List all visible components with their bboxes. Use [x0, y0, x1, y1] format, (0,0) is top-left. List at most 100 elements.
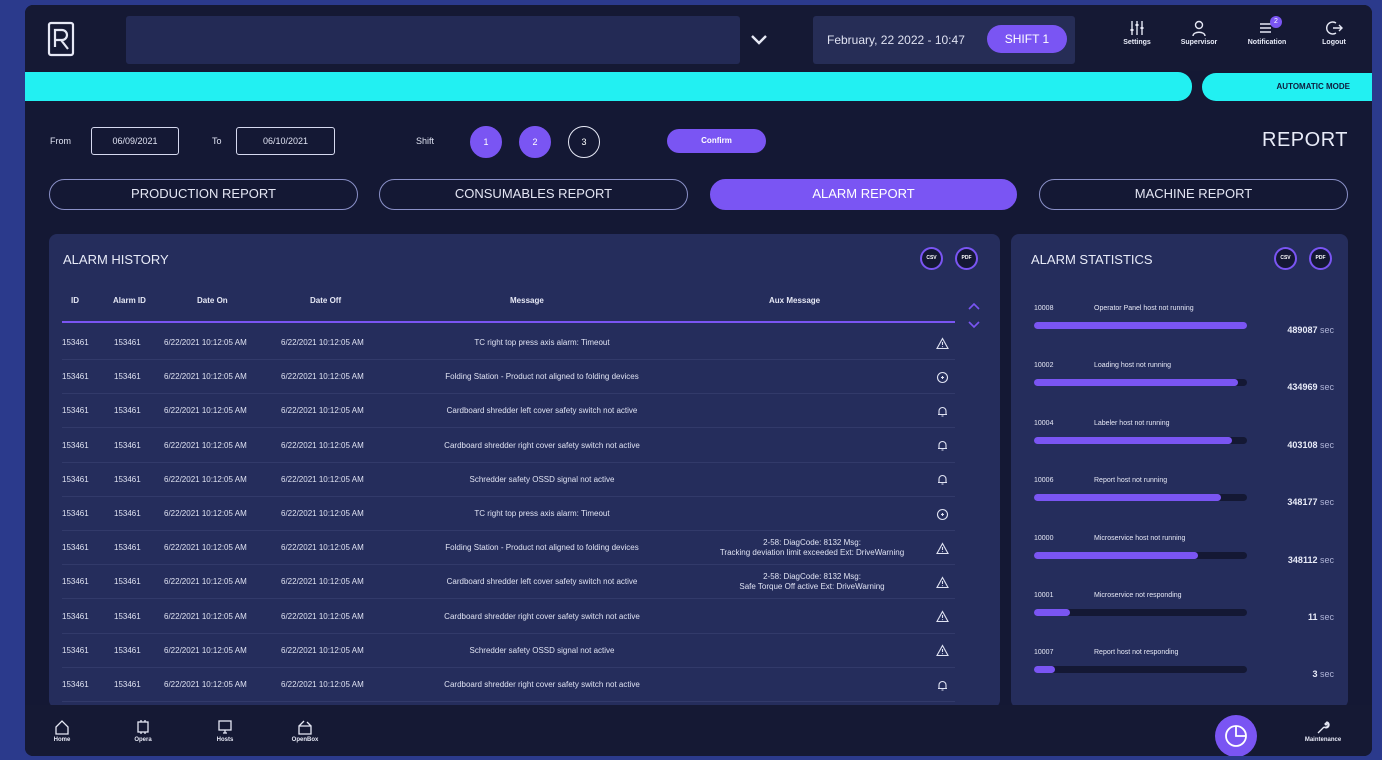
alarm-stat-bar-track: [1034, 436, 1247, 444]
bell-icon[interactable]: [934, 394, 950, 428]
from-date-input[interactable]: 06/09/2021: [91, 127, 179, 155]
machine-select[interactable]: [126, 16, 740, 64]
table-row[interactable]: 153461 153461 6/22/2021 10:12:05 AM 6/22/20…: [62, 668, 955, 702]
column-header-date-off[interactable]: Date Off: [310, 296, 341, 305]
to-label: To: [212, 136, 222, 146]
table-row[interactable]: 153461 153461 6/22/2021 10:12:05 AM 6/22/20…: [62, 600, 955, 634]
tab-production-report[interactable]: PRODUCTION REPORT: [49, 179, 358, 210]
alarm-stat-unit: sec: [1319, 669, 1334, 680]
bottom-nav: Home Opera Hosts OpenBox Maintenance: [25, 705, 1372, 756]
warning-icon[interactable]: [934, 634, 950, 668]
cell-date-off: 6/22/2021 10:12:05 AM: [281, 645, 364, 655]
table-row[interactable]: 153461 153461 6/22/2021 10:12:05 AM 6/22/20…: [62, 463, 955, 497]
sliders-icon: [1130, 21, 1144, 35]
nav-hosts-label: Hosts: [216, 737, 234, 743]
alarm-stat-number: 3: [1312, 669, 1318, 680]
nav-openbox[interactable]: OpenBox: [285, 719, 325, 743]
bell-icon[interactable]: [934, 668, 950, 702]
alarm-stat-item: 10001 Microservice not responding 11 sec: [1034, 592, 1334, 648]
nav-home[interactable]: Home: [42, 719, 82, 743]
warning-icon[interactable]: [934, 600, 950, 634]
cell-aux-message: 2-58: DiagCode: 8132 Msg: Safe Torque Off…: [692, 565, 932, 599]
nav-maintenance[interactable]: Maintenance: [1298, 719, 1348, 743]
table-row[interactable]: 153461 153461 6/22/2021 10:12:05 AM 6/22/20…: [62, 429, 955, 463]
table-row[interactable]: 153461 153461 6/22/2021 10:12:05 AM 6/22/20…: [62, 497, 955, 531]
cell-alarm-id: 153461: [114, 440, 141, 450]
nav-hosts[interactable]: Hosts: [205, 719, 245, 743]
notification-badge: 2: [1270, 16, 1282, 28]
cell-id: 153461: [62, 611, 89, 621]
table-row[interactable]: 153461 153461 6/22/2021 10:12:05 AM 6/22/20…: [62, 531, 955, 566]
alarm-stat-id: 10007: [1034, 649, 1054, 657]
tab-machine-report[interactable]: MACHINE REPORT: [1039, 179, 1348, 210]
cell-date-on: 6/22/2021 10:12:05 AM: [164, 577, 247, 587]
cell-aux-message: [692, 497, 932, 531]
shift-3-button[interactable]: 3: [568, 126, 600, 158]
cell-message: Cardboard shredder right cover safety sw…: [444, 611, 640, 621]
alarm-statistics-title: ALARM STATISTICS: [1031, 252, 1153, 267]
bell-icon[interactable]: [934, 463, 950, 497]
alarm-stat-id: 10001: [1034, 592, 1054, 599]
alarm-stat-bar-track: [1034, 666, 1247, 674]
alarm-stat-bar-fill: [1034, 379, 1238, 387]
info-circle-icon[interactable]: [934, 360, 950, 394]
cell-date-off: 6/22/2021 10:12:05 AM: [281, 474, 364, 484]
cell-alarm-id: 153461: [114, 680, 141, 689]
alarm-stat-name: Report host not running: [1094, 477, 1168, 485]
nav-opera[interactable]: Opera: [123, 719, 163, 743]
cell-alarm-id: 153461: [114, 372, 141, 382]
table-scroll-controls[interactable]: [966, 298, 982, 330]
alarm-stat-bar-track: [1034, 551, 1247, 559]
opera-icon: [137, 720, 149, 734]
bell-icon[interactable]: [934, 429, 950, 463]
warning-icon[interactable]: [934, 326, 950, 360]
confirm-button[interactable]: Confirm: [667, 129, 766, 153]
aux-message-line-2: Tracking deviation limit exceeded Ext: D…: [719, 548, 905, 558]
alarm-history-pdf-button[interactable]: PDF: [955, 247, 978, 270]
chevron-down-icon[interactable]: [747, 27, 771, 51]
shift-2-button[interactable]: 2: [519, 126, 551, 158]
cell-aux-message: [692, 394, 932, 428]
column-header-alarm-id[interactable]: Alarm ID: [113, 296, 146, 305]
alarm-statistics-csv-button[interactable]: CSV: [1274, 247, 1297, 270]
cell-date-on: 6/22/2021 10:12:05 AM: [164, 338, 247, 347]
cell-aux-message: [692, 600, 932, 634]
alarm-stat-bar-track: [1034, 379, 1247, 387]
to-date-input[interactable]: 06/10/2021: [236, 127, 335, 155]
table-row[interactable]: 153461 153461 6/22/2021 10:12:05 AM 6/22/20…: [62, 394, 955, 429]
alarm-stat-id: 10002: [1034, 362, 1054, 370]
cell-id: 153461: [62, 372, 89, 382]
chevron-up-icon[interactable]: [966, 301, 982, 311]
alarm-history-csv-button[interactable]: CSV: [920, 247, 943, 270]
column-header-id[interactable]: ID: [71, 296, 79, 305]
supervisor-button[interactable]: Supervisor: [1171, 19, 1227, 46]
info-circle-icon[interactable]: [934, 497, 950, 531]
shift-1-button[interactable]: 1: [470, 126, 502, 158]
alarm-stat-item: 10007 Report host not responding 3 sec: [1034, 649, 1334, 705]
column-header-aux-message[interactable]: Aux Message: [769, 296, 820, 305]
column-header-message[interactable]: Message: [510, 296, 544, 305]
table-row[interactable]: 153461 153461 6/22/2021 10:12:05 AM 6/22/20…: [62, 360, 955, 395]
warning-icon[interactable]: [934, 531, 950, 565]
settings-button[interactable]: Settings: [1109, 19, 1165, 46]
column-header-date-on[interactable]: Date On: [197, 296, 228, 305]
alarm-stat-unit: sec: [1319, 439, 1334, 450]
cell-message: TC right top press axis alarm: Timeout: [474, 509, 610, 518]
warning-icon[interactable]: [934, 565, 950, 599]
shift-button[interactable]: SHIFT 1: [987, 25, 1067, 53]
table-row[interactable]: 153461 153461 6/22/2021 10:12:05 AM 6/22/20…: [62, 326, 955, 360]
tab-consumables-report[interactable]: CONSUMABLES REPORT: [379, 179, 688, 210]
tab-alarm-report[interactable]: ALARM REPORT: [710, 179, 1017, 210]
logout-button[interactable]: Logout: [1306, 19, 1362, 46]
notification-button[interactable]: 2 Notification: [1239, 16, 1295, 46]
alarm-statistics-pdf-button[interactable]: PDF: [1309, 247, 1332, 270]
cell-aux-message: [692, 668, 932, 702]
cell-message: Cardboard shredder right cover safety sw…: [444, 440, 640, 450]
alarm-stat-unit: sec: [1319, 325, 1334, 335]
cell-date-off: 6/22/2021 10:12:05 AM: [281, 509, 364, 518]
table-row[interactable]: 153461 153461 6/22/2021 10:12:05 AM 6/22/20…: [62, 565, 955, 600]
chevron-down-icon[interactable]: [966, 320, 982, 330]
report-fab-button[interactable]: [1215, 715, 1257, 756]
table-row[interactable]: 153461 153461 6/22/2021 10:12:05 AM 6/22/20…: [62, 634, 955, 668]
logout-icon: [1326, 21, 1343, 35]
